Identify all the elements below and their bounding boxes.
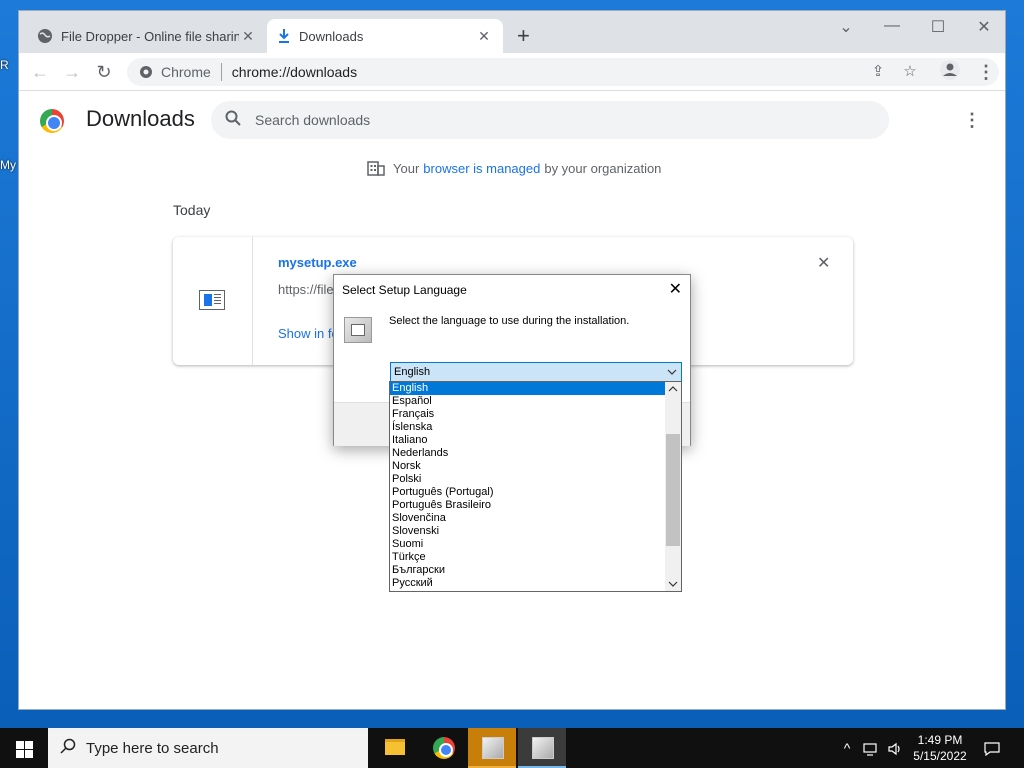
language-option[interactable]: Български xyxy=(390,564,665,577)
notifications-icon[interactable] xyxy=(980,728,1004,768)
globe-icon xyxy=(38,29,52,43)
close-window-button[interactable]: ✕ xyxy=(969,17,999,37)
language-option[interactable]: Español xyxy=(390,395,665,408)
tab-strip: File Dropper - Online file sharing ✕ Dow… xyxy=(19,11,1005,53)
remove-download-icon[interactable]: ✕ xyxy=(817,253,830,273)
show-in-folder-link[interactable]: Show in fo xyxy=(278,326,339,341)
system-clock[interactable]: 1:49 PM 5/15/2022 xyxy=(908,732,972,764)
exe-file-icon xyxy=(199,290,225,310)
minimize-button[interactable]: — xyxy=(877,17,907,35)
reload-icon[interactable]: ↻ xyxy=(91,59,117,85)
close-tab-icon[interactable]: ✕ xyxy=(475,28,493,45)
bookmark-star-icon[interactable]: ☆ xyxy=(899,62,921,82)
building-icon xyxy=(367,161,385,176)
dialog-close-icon[interactable]: ✕ xyxy=(669,279,682,299)
language-option[interactable]: Suomi xyxy=(390,538,665,551)
managed-prefix: Your xyxy=(393,160,420,176)
profile-avatar-icon[interactable] xyxy=(937,59,963,85)
chrome-logo-icon xyxy=(40,109,64,133)
selected-language: English xyxy=(394,366,431,378)
taskbar-search-placeholder: Type here to search xyxy=(86,739,219,757)
installer-icon xyxy=(344,317,372,343)
managed-link[interactable]: browser is managed xyxy=(423,161,540,176)
tab-search-icon[interactable]: ⌄ xyxy=(831,17,861,37)
new-tab-button[interactable]: + xyxy=(517,25,530,47)
desktop-icon-label[interactable]: R xyxy=(0,58,9,72)
setup-dialog-taskbar-icon[interactable] xyxy=(518,728,566,768)
managed-notice: Your browser is managed by your organiza… xyxy=(367,160,661,176)
language-dropdown-list: English Español Français Íslenska Italiano Ne… xyxy=(389,381,682,592)
dropdown-scrollbar[interactable] xyxy=(665,382,681,591)
scroll-down-icon[interactable] xyxy=(665,577,681,591)
clock-time: 1:49 PM xyxy=(917,733,963,747)
language-option[interactable]: Nederlands xyxy=(390,447,665,460)
windows-start-icon[interactable] xyxy=(0,728,48,768)
taskbar-search-box[interactable]: Type here to search xyxy=(48,728,368,768)
language-option[interactable]: Français xyxy=(390,408,665,421)
omnibox-divider xyxy=(220,63,222,81)
search-icon xyxy=(60,738,76,759)
language-option[interactable]: Türkçe xyxy=(390,551,665,564)
scroll-thumb[interactable] xyxy=(666,434,680,546)
dialog-message: Select the language to use during the in… xyxy=(389,315,630,327)
language-option[interactable]: Slovenski xyxy=(390,525,665,538)
date-section-heading: Today xyxy=(173,202,211,218)
language-options: English Español Français Íslenska Italiano Ne… xyxy=(390,382,681,590)
chrome-taskbar-icon[interactable] xyxy=(420,728,468,768)
url-text: chrome://downloads xyxy=(231,64,358,80)
browser-toolbar: ← → ↻ Chrome chrome://downloads ⇪ ☆ ⋮ xyxy=(19,53,1005,91)
language-option[interactable]: Italiano xyxy=(390,434,665,447)
network-icon[interactable] xyxy=(860,728,882,768)
tab-downloads[interactable]: Downloads ✕ xyxy=(267,19,503,53)
download-source-url[interactable]: https://file xyxy=(278,282,334,297)
search-downloads-input[interactable]: Search downloads xyxy=(211,101,889,139)
scheme-label: Chrome xyxy=(161,64,211,80)
language-option[interactable]: Norsk xyxy=(390,460,665,473)
close-tab-icon[interactable]: ✕ xyxy=(239,28,257,45)
tab-title: File Dropper - Online file sharing xyxy=(61,28,239,44)
file-explorer-taskbar-icon[interactable] xyxy=(370,728,418,768)
show-hidden-icons-icon[interactable]: ^ xyxy=(838,728,856,768)
maximize-button[interactable]: ☐ xyxy=(923,17,953,37)
download-filename-link[interactable]: mysetup.exe xyxy=(278,255,357,270)
tab-file-dropper[interactable]: File Dropper - Online file sharing ✕ xyxy=(27,19,267,53)
clock-date: 5/15/2022 xyxy=(913,749,967,763)
language-option[interactable]: Slovenčina xyxy=(390,512,665,525)
downloads-menu-icon[interactable]: ⋮ xyxy=(963,110,981,131)
language-option[interactable]: Polski xyxy=(390,473,665,486)
installer-taskbar-icon[interactable] xyxy=(468,728,516,768)
scroll-up-icon[interactable] xyxy=(665,382,681,396)
language-option[interactable]: Português (Portugal) xyxy=(390,486,665,499)
volume-icon[interactable] xyxy=(884,728,906,768)
language-option[interactable]: Русский xyxy=(390,577,665,590)
address-bar[interactable]: Chrome chrome://downloads ⇪ ☆ xyxy=(127,58,999,86)
forward-arrow-icon[interactable]: → xyxy=(59,59,85,85)
language-option[interactable]: Português Brasileiro xyxy=(390,499,665,512)
back-arrow-icon[interactable]: ← xyxy=(27,59,53,85)
search-icon xyxy=(225,110,241,131)
language-option[interactable]: Íslenska xyxy=(390,421,665,434)
dialog-title: Select Setup Language xyxy=(342,283,467,297)
language-select[interactable]: English xyxy=(390,362,682,383)
download-icon xyxy=(279,29,289,43)
share-icon[interactable]: ⇪ xyxy=(867,62,889,82)
file-icon-container xyxy=(173,237,253,365)
chrome-scheme-chip: Chrome xyxy=(139,64,211,80)
language-option[interactable]: English xyxy=(390,382,665,395)
chrome-icon xyxy=(140,66,152,78)
tab-title: Downloads xyxy=(299,28,364,44)
taskbar: Type here to search ^ 1:49 PM 5/15/2022 xyxy=(0,728,1024,768)
browser-menu-icon[interactable]: ⋮ xyxy=(973,59,999,85)
managed-suffix: by your organization xyxy=(544,160,662,176)
search-placeholder: Search downloads xyxy=(255,112,371,128)
page-title: Downloads xyxy=(86,106,195,131)
desktop-icon-label[interactable]: My xyxy=(0,158,16,172)
